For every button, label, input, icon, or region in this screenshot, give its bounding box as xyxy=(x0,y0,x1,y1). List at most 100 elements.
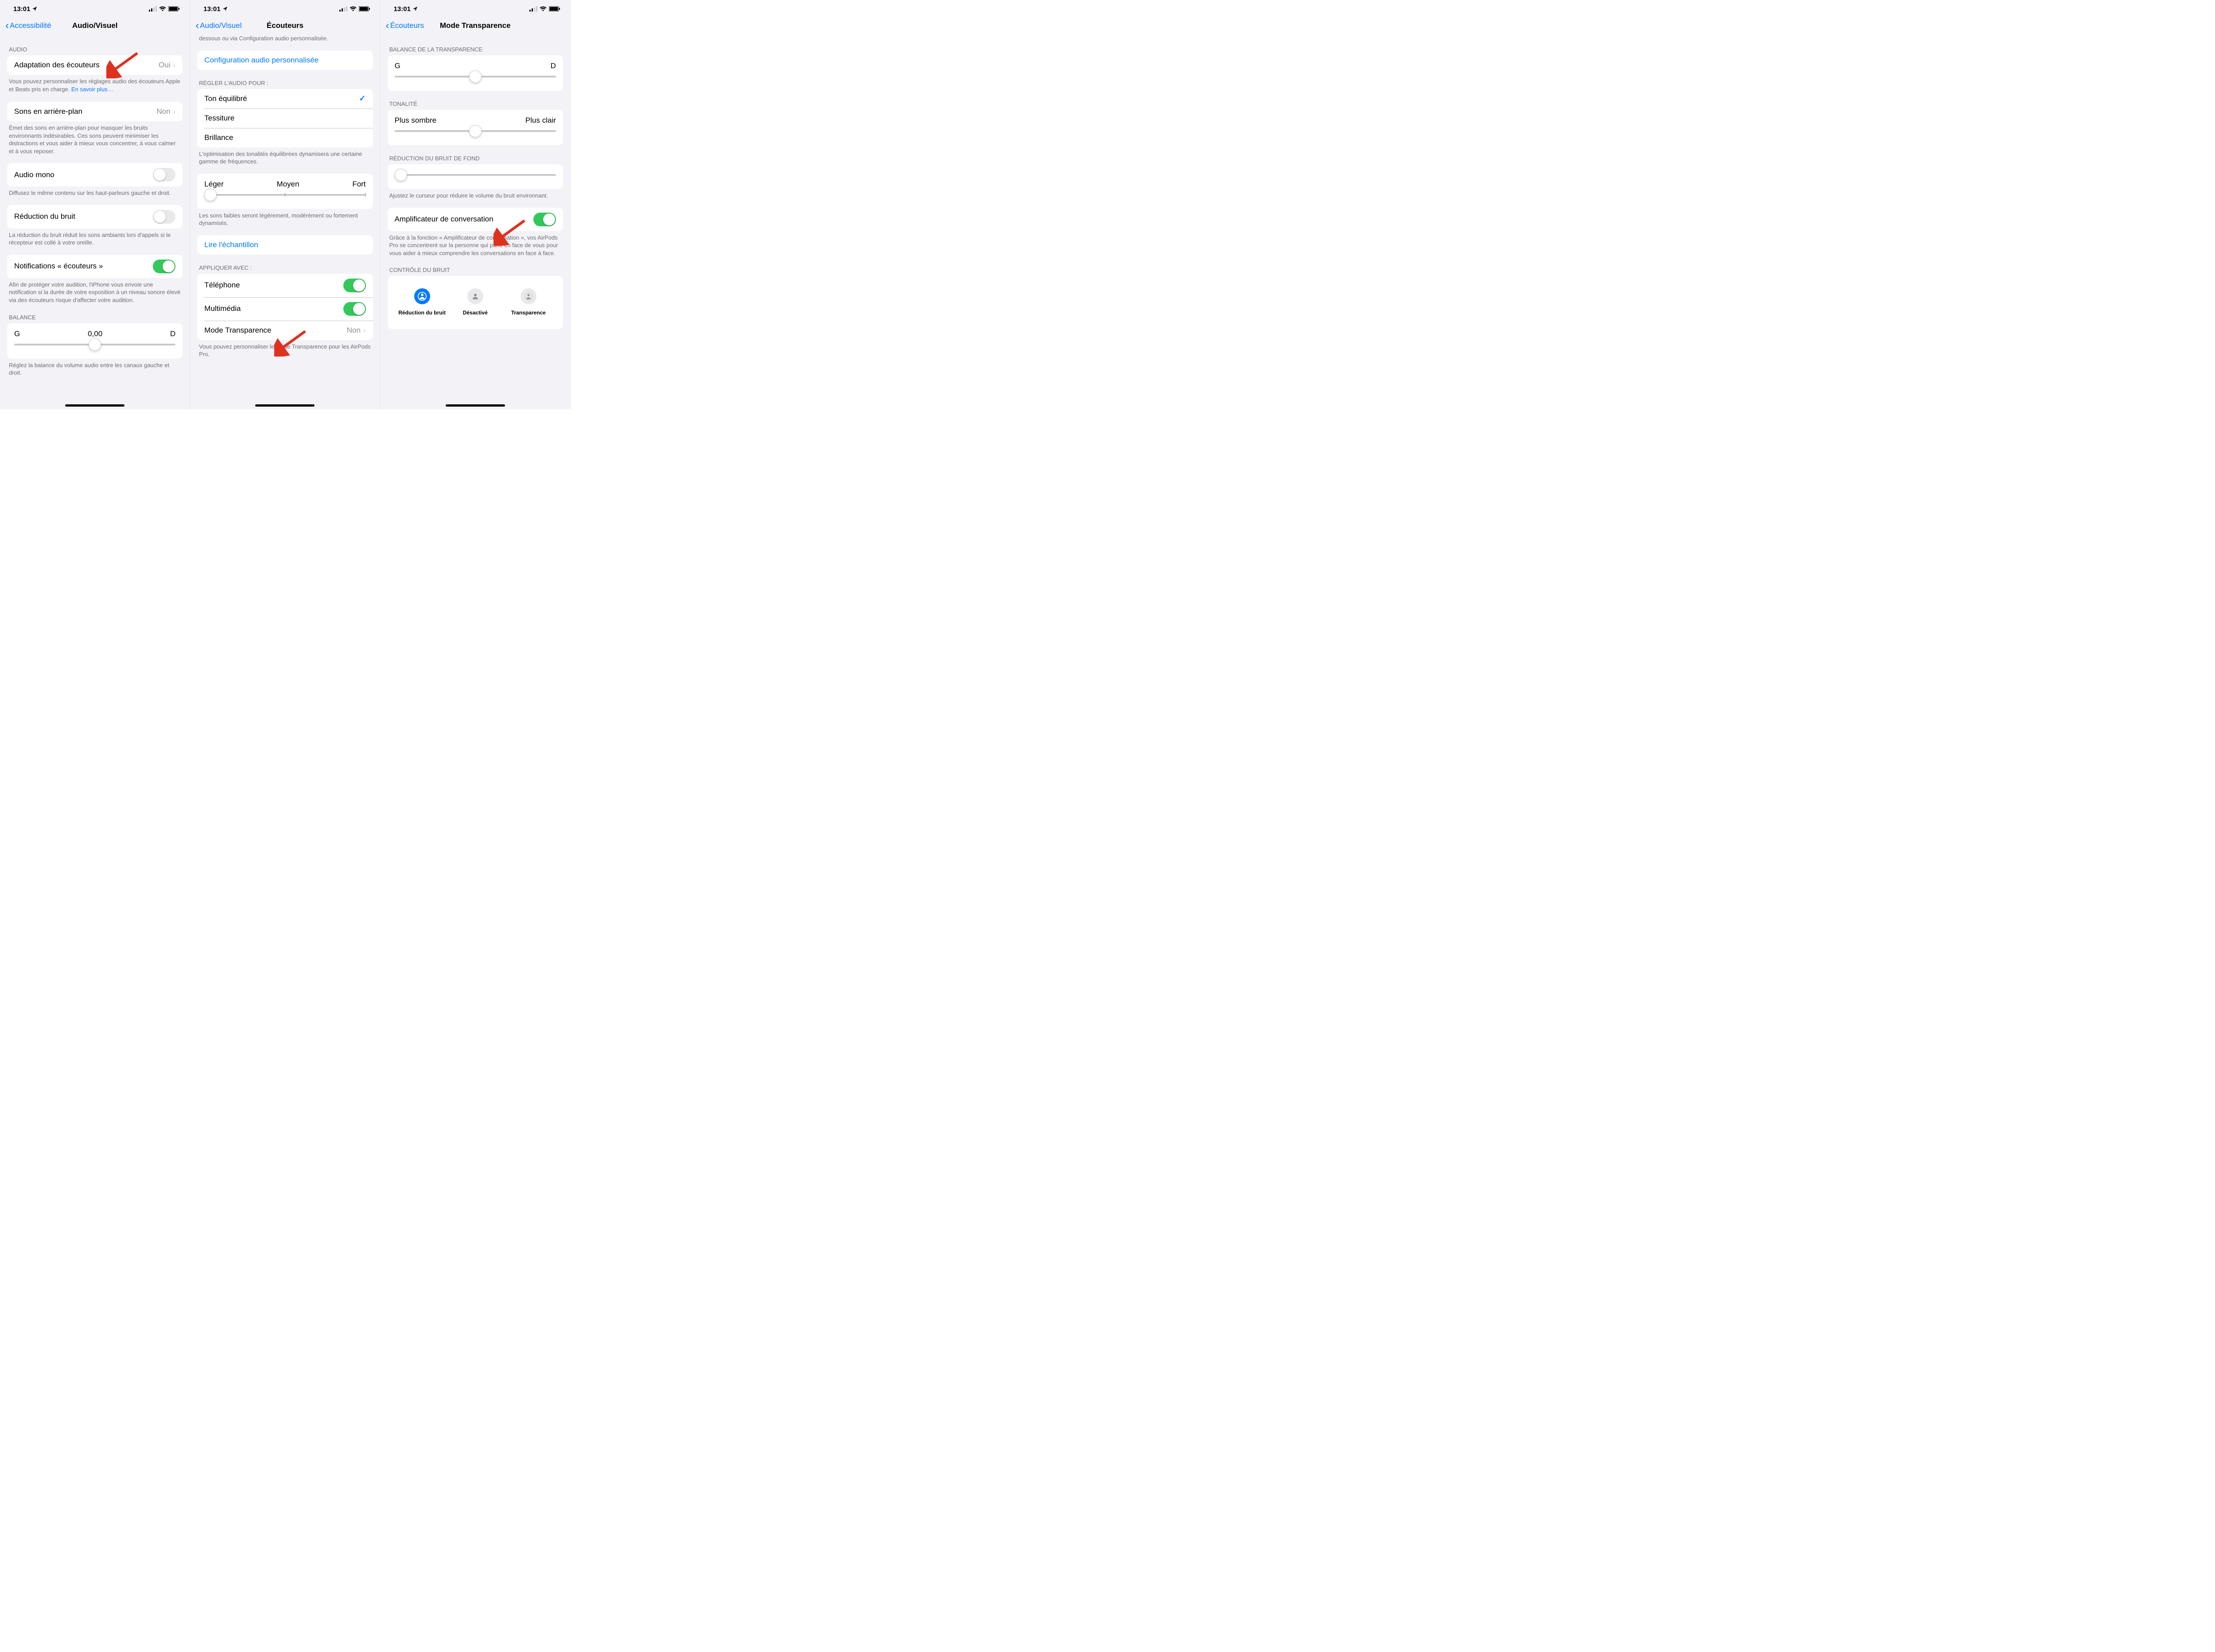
status-time: 13:01 xyxy=(203,5,220,13)
header-reduction-bruit-fond: RÉDUCTION DU BRUIT DE FOND xyxy=(381,145,570,164)
link-lire-echantillon[interactable]: Lire l'échantillon xyxy=(197,235,373,255)
home-indicator xyxy=(446,404,505,407)
learn-more-link[interactable]: En savoir plus… xyxy=(71,86,113,93)
person-waves-icon xyxy=(521,288,536,304)
option-tessiture[interactable]: Tessiture xyxy=(197,109,373,128)
checkmark-icon: ✓ xyxy=(359,94,366,103)
tone-light-label: Plus clair xyxy=(525,116,556,125)
balance-left-label: G xyxy=(395,62,400,70)
person-icon xyxy=(467,288,483,304)
row-mode-transparence[interactable]: Mode Transparence Non › xyxy=(197,321,373,340)
slider-label-light: Léger xyxy=(204,180,223,189)
location-icon xyxy=(222,6,228,12)
home-indicator xyxy=(65,404,124,407)
signal-icon xyxy=(529,6,537,12)
nav-title: Mode Transparence xyxy=(440,21,511,30)
footer-amp: Grâce à la fonction « Amplificateur de c… xyxy=(381,231,570,257)
nav-title: Écouteurs xyxy=(267,21,303,30)
back-button[interactable]: ‹ Audio/Visuel xyxy=(195,20,241,31)
seg-transparence[interactable]: Transparence xyxy=(502,288,555,316)
row-adaptation-ecouteurs[interactable]: Adaptation des écouteurs Oui › xyxy=(7,55,183,75)
header-balance-transparence: BALANCE DE LA TRANSPARENCE xyxy=(381,36,570,55)
signal-icon xyxy=(339,6,347,12)
back-label: Accessibilité xyxy=(10,21,51,30)
status-bar: 13:01 xyxy=(190,0,380,17)
status-bar: 13:01 xyxy=(381,0,570,17)
back-label: Audio/Visuel xyxy=(200,21,241,30)
tone-dark-label: Plus sombre xyxy=(395,116,436,125)
toggle-audio-mono[interactable] xyxy=(153,168,175,182)
header-audio: AUDIO xyxy=(0,36,190,55)
back-button[interactable]: ‹ Accessibilité xyxy=(5,20,51,31)
toggle-amplificateur[interactable] xyxy=(533,213,556,226)
footer-adaptation: Vous pouvez personnaliser les réglages a… xyxy=(0,75,190,93)
seg-reduction-bruit[interactable]: Réduction du bruit xyxy=(396,288,449,316)
status-time: 13:01 xyxy=(394,5,411,13)
footer-mono: Diffusez le même contenu sur les haut-pa… xyxy=(0,186,190,197)
signal-icon xyxy=(149,6,157,12)
row-sons-arriere-plan[interactable]: Sons en arrière-plan Non › xyxy=(7,102,183,121)
home-indicator xyxy=(255,404,315,407)
chevron-left-icon: ‹ xyxy=(5,20,9,31)
toggle-telephone[interactable] xyxy=(343,279,366,292)
toggle-notifications[interactable] xyxy=(153,260,175,273)
screen-mode-transparence: 13:01 ‹ Écouteurs Mode Transparence BALA… xyxy=(381,0,571,409)
location-icon xyxy=(32,6,37,12)
row-amplificateur-conversation[interactable]: Amplificateur de conversation xyxy=(388,208,563,231)
row-notifications-ecouteurs[interactable]: Notifications « écouteurs » xyxy=(7,255,183,278)
back-label: Écouteurs xyxy=(390,21,424,30)
intensity-slider-box: Léger Moyen Fort xyxy=(197,174,373,209)
battery-icon xyxy=(168,6,180,12)
slider-label-medium: Moyen xyxy=(277,180,299,189)
noise-control-segmented: Réduction du bruit Désactivé Transparenc… xyxy=(388,279,563,325)
header-regler-audio: RÉGLER L'AUDIO POUR : xyxy=(190,70,380,89)
toggle-multimedia[interactable] xyxy=(343,302,366,316)
balance-right-label: D xyxy=(551,62,556,70)
wifi-icon xyxy=(350,6,357,12)
footer-noise: La réduction du bruit réduit les sons am… xyxy=(0,229,190,247)
header-balance: BALANCE xyxy=(0,304,190,323)
row-multimedia[interactable]: Multimédia xyxy=(197,297,373,321)
back-button[interactable]: ‹ Écouteurs xyxy=(386,20,424,31)
footer-noise-3: Ajustez le curseur pour réduire le volum… xyxy=(381,189,570,200)
footer-tune: L'optimisation des tonalités équilibrées… xyxy=(190,147,380,166)
chevron-left-icon: ‹ xyxy=(386,20,389,31)
status-time: 13:01 xyxy=(13,5,30,13)
link-config-audio[interactable]: Configuration audio personnalisée xyxy=(197,50,373,70)
chevron-right-icon: › xyxy=(173,61,176,70)
header-controle-bruit: CONTRÔLE DU BRUIT xyxy=(381,257,570,276)
option-brillance[interactable]: Brillance xyxy=(197,128,373,147)
nav-title: Audio/Visuel xyxy=(72,21,118,30)
nav-bar: ‹ Écouteurs Mode Transparence xyxy=(381,17,570,36)
balance-slider-box: G 0,00 D xyxy=(7,323,183,359)
noise-slider-box xyxy=(388,164,563,189)
wifi-icon xyxy=(159,6,166,12)
noise-slider[interactable] xyxy=(395,174,556,176)
transparency-balance-slider[interactable] xyxy=(395,76,556,78)
slider-label-strong: Fort xyxy=(352,180,365,189)
toggle-reduction-bruit[interactable] xyxy=(153,210,175,224)
chevron-right-icon: › xyxy=(363,326,366,335)
balance-slider[interactable] xyxy=(14,344,175,345)
header-tonalite: TONALITÉ xyxy=(381,91,570,110)
battery-icon xyxy=(359,6,370,12)
option-ton-equilibre[interactable]: Ton équilibré ✓ xyxy=(197,89,373,109)
chevron-right-icon: › xyxy=(173,107,176,116)
row-telephone[interactable]: Téléphone xyxy=(197,274,373,297)
header-appliquer: APPLIQUER AVEC : xyxy=(190,255,380,274)
row-audio-mono[interactable]: Audio mono xyxy=(7,163,183,186)
transparency-balance-box: G D xyxy=(388,55,563,91)
status-bar: 13:01 xyxy=(0,0,190,17)
battery-icon xyxy=(549,6,560,12)
screen-audio-visuel: 13:01 ‹ Accessibilité Audio/Visuel AUDIO… xyxy=(0,0,190,409)
seg-desactive[interactable]: Désactivé xyxy=(449,288,502,316)
screen-ecouteurs: 13:01 ‹ Audio/Visuel Écouteurs dessous o… xyxy=(190,0,380,409)
footer-apply: Vous pouvez personnaliser le mode Transp… xyxy=(190,340,380,358)
tone-slider[interactable] xyxy=(395,130,556,132)
row-reduction-bruit[interactable]: Réduction du bruit xyxy=(7,205,183,229)
location-icon xyxy=(412,6,418,12)
chevron-left-icon: ‹ xyxy=(195,20,199,31)
tone-slider-box: Plus sombre Plus clair xyxy=(388,110,563,145)
wifi-icon xyxy=(540,6,547,12)
intensity-slider[interactable] xyxy=(204,194,365,196)
